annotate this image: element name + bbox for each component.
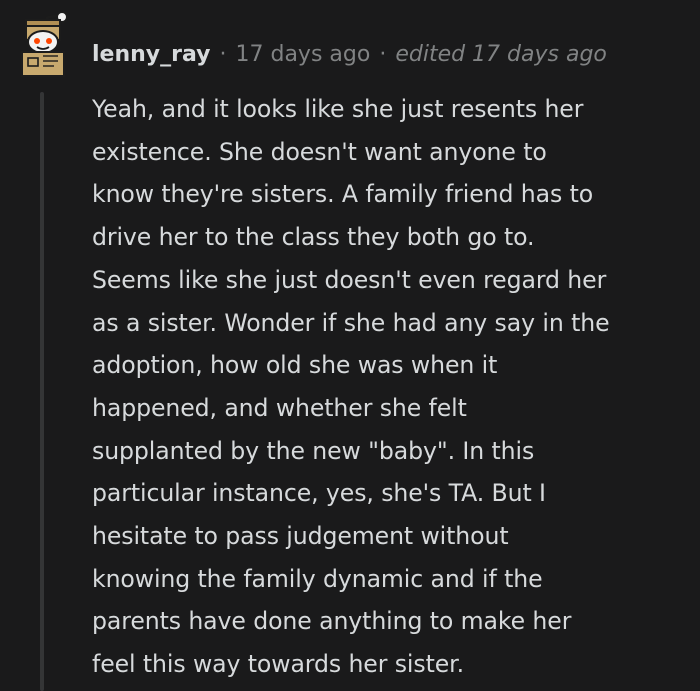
- comment-body-line: know they're sisters. A family friend ha…: [92, 180, 594, 209]
- comment-body-line: as a sister. Wonder if she had any say i…: [92, 308, 610, 337]
- comment-body-line: hesitate to pass judgement without: [92, 522, 509, 551]
- comment-body-line: Yeah, and it looks like she just resents…: [92, 95, 584, 123]
- comment-body-line: particular instance, yes, she's TA. But …: [92, 479, 546, 508]
- comment-meta: lenny_ray · 17 days ago · edited 17 days…: [92, 37, 607, 71]
- comment-body-line: happened, and whether she felt: [92, 393, 467, 422]
- thread-collapse-line[interactable]: [40, 92, 44, 691]
- user-avatar[interactable]: [12, 11, 72, 78]
- comment-body-line: Seems like she just doesn't even regard …: [92, 265, 607, 294]
- comment-body-line: knowing the family dynamic and if the: [92, 564, 543, 593]
- comment-timestamp[interactable]: 17 days ago: [236, 42, 371, 67]
- comment-body-line: feel this way towards her sister.: [92, 650, 464, 679]
- comment-body-line: parents have done anything to make her: [92, 607, 572, 636]
- meta-separator: ·: [219, 41, 227, 67]
- comment-body-line: adoption, how old she was when it: [92, 351, 498, 380]
- comment-body-line: drive her to the class they both go to.: [92, 223, 535, 252]
- edited-timestamp: edited 17 days ago: [395, 41, 607, 67]
- comment-body-line: existence. She doesn't want anyone to: [92, 137, 547, 166]
- comment-body-line: supplanted by the new "baby". In this: [92, 436, 535, 465]
- snoo-robot-avatar-icon: [21, 11, 68, 77]
- comment-body: Yeah, and it looks like she just resents…: [92, 88, 684, 686]
- author-username[interactable]: lenny_ray: [92, 42, 211, 67]
- meta-separator: ·: [379, 41, 387, 67]
- comment: lenny_ray · 17 days ago · edited 17 days…: [0, 0, 700, 691]
